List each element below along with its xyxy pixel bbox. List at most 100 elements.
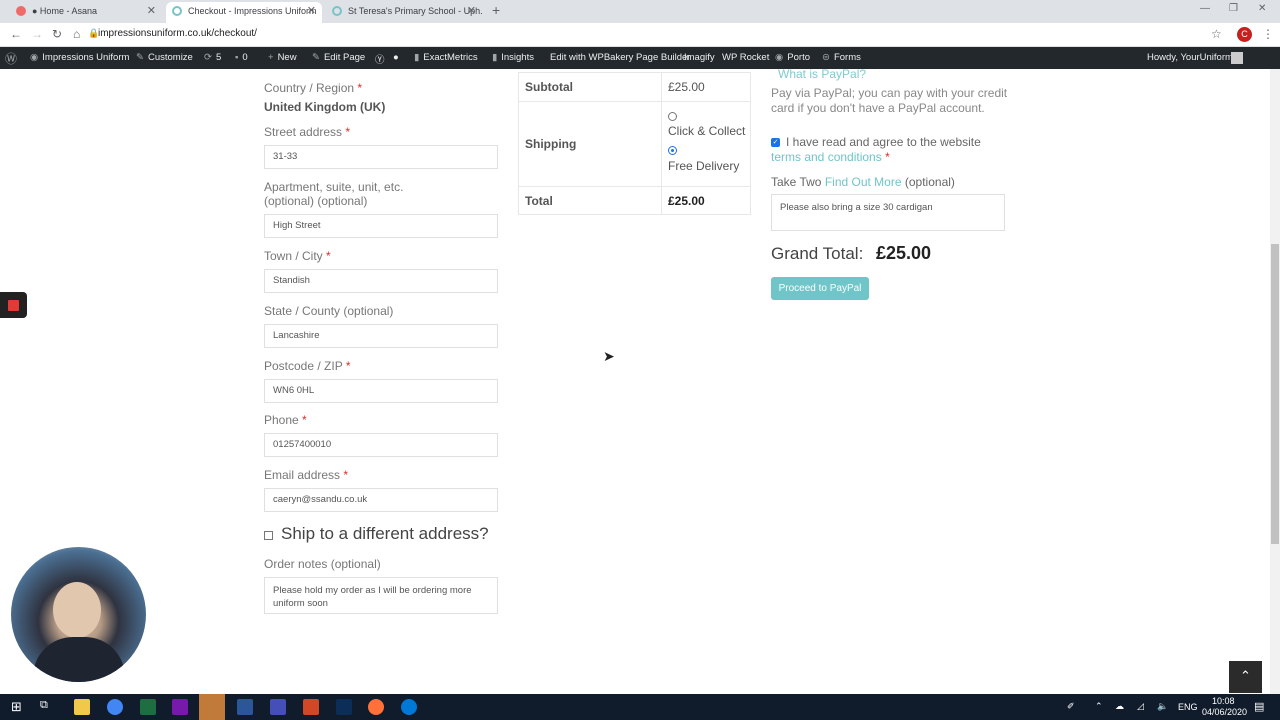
town-input[interactable]: Standish: [264, 269, 498, 293]
url-field[interactable]: impressionsuniform.co.uk/checkout/: [98, 28, 257, 39]
email-input[interactable]: caeryn@ssandu.co.uk: [264, 488, 498, 512]
ship-different-checkbox[interactable]: [264, 531, 273, 540]
new-tab-button[interactable]: +: [492, 2, 500, 18]
phone-input[interactable]: 01257400010: [264, 433, 498, 457]
edge-icon[interactable]: [401, 699, 417, 715]
terms-text: I have read and agree to the website: [786, 135, 981, 149]
notifications-icon[interactable]: ▤: [1254, 700, 1264, 713]
onenote-icon[interactable]: [172, 699, 188, 715]
close-window-icon[interactable]: ✕: [1258, 3, 1266, 14]
language-indicator[interactable]: ENG: [1178, 702, 1198, 712]
powerpoint-icon[interactable]: [303, 699, 319, 715]
scrollbar-thumb[interactable]: [1271, 244, 1279, 544]
paypal-description: Pay via PayPal; you can pay with your cr…: [771, 86, 1008, 100]
back-icon[interactable]: ←: [10, 27, 22, 41]
reload-icon[interactable]: ↻: [52, 27, 62, 41]
bookmark-star-icon[interactable]: ☆: [1211, 27, 1222, 41]
minimize-icon[interactable]: —: [1200, 3, 1210, 14]
tab-st-teresas[interactable]: St Teresa's Primary School - Uph... ✕: [326, 2, 482, 23]
street-address-input[interactable]: 31-33: [264, 145, 498, 169]
terms-line: terms and conditions *: [771, 150, 890, 164]
presenter-face: [53, 582, 101, 638]
file-explorer-icon[interactable]: [74, 699, 90, 715]
what-is-paypal-link[interactable]: What is PayPal?: [778, 67, 866, 81]
find-out-more-link[interactable]: Find Out More: [825, 175, 902, 189]
admin-comments[interactable]: ▪ 0: [235, 52, 248, 63]
apartment-input[interactable]: High Street: [264, 214, 498, 238]
windows-start-icon[interactable]: ⊞: [11, 699, 22, 715]
volume-icon[interactable]: 🔈: [1157, 701, 1168, 712]
excel-icon[interactable]: [140, 699, 156, 715]
clock-time[interactable]: 10:08: [1212, 696, 1235, 706]
close-tab-icon[interactable]: ✕: [467, 2, 476, 20]
outlook-icon[interactable]: [199, 694, 225, 720]
take-two-line: Take Two Find Out More (optional): [771, 175, 955, 189]
wordpress-logo-icon[interactable]: Ⓦ: [5, 50, 17, 67]
take-two-textarea[interactable]: Please also bring a size 30 cardigan: [771, 194, 1005, 231]
total-label: Total: [518, 186, 662, 215]
paypal-description-2: card if you don't have a PayPal account.: [771, 101, 985, 115]
shipping-row: Shipping Click & Collect Free Delivery: [518, 101, 751, 187]
state-input[interactable]: Lancashire: [264, 324, 498, 348]
town-label: Town / City *: [264, 249, 331, 263]
click-collect-radio[interactable]: [668, 112, 677, 121]
wp-admin-bar: Ⓦ ◉ Impressions Uniform ✎ Customize ⟳ 5 ▪ 0 …: [0, 47, 1280, 69]
free-delivery-radio[interactable]: [668, 146, 677, 155]
pen-icon[interactable]: ✐: [1067, 701, 1075, 712]
admin-new[interactable]: + New: [268, 52, 297, 63]
forward-icon[interactable]: →: [31, 27, 43, 41]
home-icon[interactable]: ⌂: [73, 27, 80, 41]
recording-stop-button[interactable]: [0, 292, 27, 318]
network-icon[interactable]: ◿: [1137, 701, 1144, 712]
sway-icon[interactable]: [336, 699, 352, 715]
teams-icon[interactable]: [270, 699, 286, 715]
tab-checkout[interactable]: Checkout - Impressions Uniform ✕: [166, 2, 322, 23]
street-label: Street address *: [264, 125, 351, 139]
admin-imagify[interactable]: Imagify: [684, 52, 715, 63]
tab-title: St Teresa's Primary School - Uph...: [348, 6, 482, 16]
firefox-icon[interactable]: [368, 699, 384, 715]
order-notes-label: Order notes (optional): [264, 557, 381, 571]
pencil-icon: ✎: [312, 52, 320, 63]
admin-wp-rocket[interactable]: WP Rocket: [722, 52, 769, 63]
comment-icon: ▪: [235, 52, 239, 63]
onedrive-icon[interactable]: ☁: [1115, 701, 1124, 712]
close-tab-icon[interactable]: ✕: [147, 2, 156, 20]
close-tab-icon[interactable]: ✕: [307, 2, 316, 20]
site-favicon-icon: [172, 6, 182, 16]
admin-updates[interactable]: ⟳ 5: [204, 52, 221, 63]
grand-total-label: Grand Total:: [771, 244, 864, 263]
scroll-to-top-button[interactable]: ⌃: [1229, 661, 1262, 693]
yoast-icon[interactable]: Ⓨ: [375, 52, 385, 66]
admin-exactmetrics[interactable]: ▮ ExactMetrics: [414, 52, 478, 63]
admin-forms[interactable]: ⊜ Forms: [822, 52, 861, 63]
user-avatar[interactable]: [1231, 52, 1243, 64]
browser-menu-icon[interactable]: ⋮: [1262, 27, 1274, 41]
order-notes-textarea[interactable]: Please hold my order as I will be orderi…: [264, 577, 498, 614]
admin-edit-page[interactable]: ✎ Edit Page: [312, 52, 365, 63]
proceed-to-paypal-button[interactable]: Proceed to PayPal: [771, 277, 869, 300]
admin-porto[interactable]: ◉ Porto: [775, 52, 810, 63]
plus-icon: +: [268, 52, 274, 63]
email-label: Email address *: [264, 468, 349, 482]
profile-avatar[interactable]: C: [1237, 27, 1252, 42]
updates-icon: ⟳: [204, 52, 212, 63]
admin-site-name[interactable]: ◉ Impressions Uniform: [30, 52, 129, 63]
postcode-input[interactable]: WN6 0HL: [264, 379, 498, 403]
subtotal-row: Subtotal £25.00: [518, 72, 751, 102]
terms-checkbox[interactable]: ✓: [771, 138, 780, 147]
task-view-icon[interactable]: ⧉: [40, 699, 48, 712]
subtotal-value: £25.00: [661, 72, 751, 102]
admin-customize[interactable]: ✎ Customize: [136, 52, 193, 63]
admin-insights[interactable]: ▮ Insights: [492, 52, 534, 63]
admin-howdy[interactable]: Howdy, YourUniform: [1147, 52, 1233, 63]
word-icon[interactable]: [237, 699, 253, 715]
tab-asana[interactable]: ● Home - Asana ✕: [10, 2, 162, 23]
apartment-label: Apartment, suite, unit, etc.: [264, 180, 404, 194]
chrome-icon[interactable]: [107, 699, 123, 715]
admin-wpbakery[interactable]: Edit with WPBakery Page Builder: [550, 52, 690, 63]
clock-date[interactable]: 04/06/2020: [1202, 707, 1247, 717]
chevron-up-icon[interactable]: ⌃: [1095, 701, 1103, 712]
terms-link[interactable]: terms and conditions: [771, 150, 882, 164]
restore-icon[interactable]: ❐: [1229, 3, 1238, 14]
